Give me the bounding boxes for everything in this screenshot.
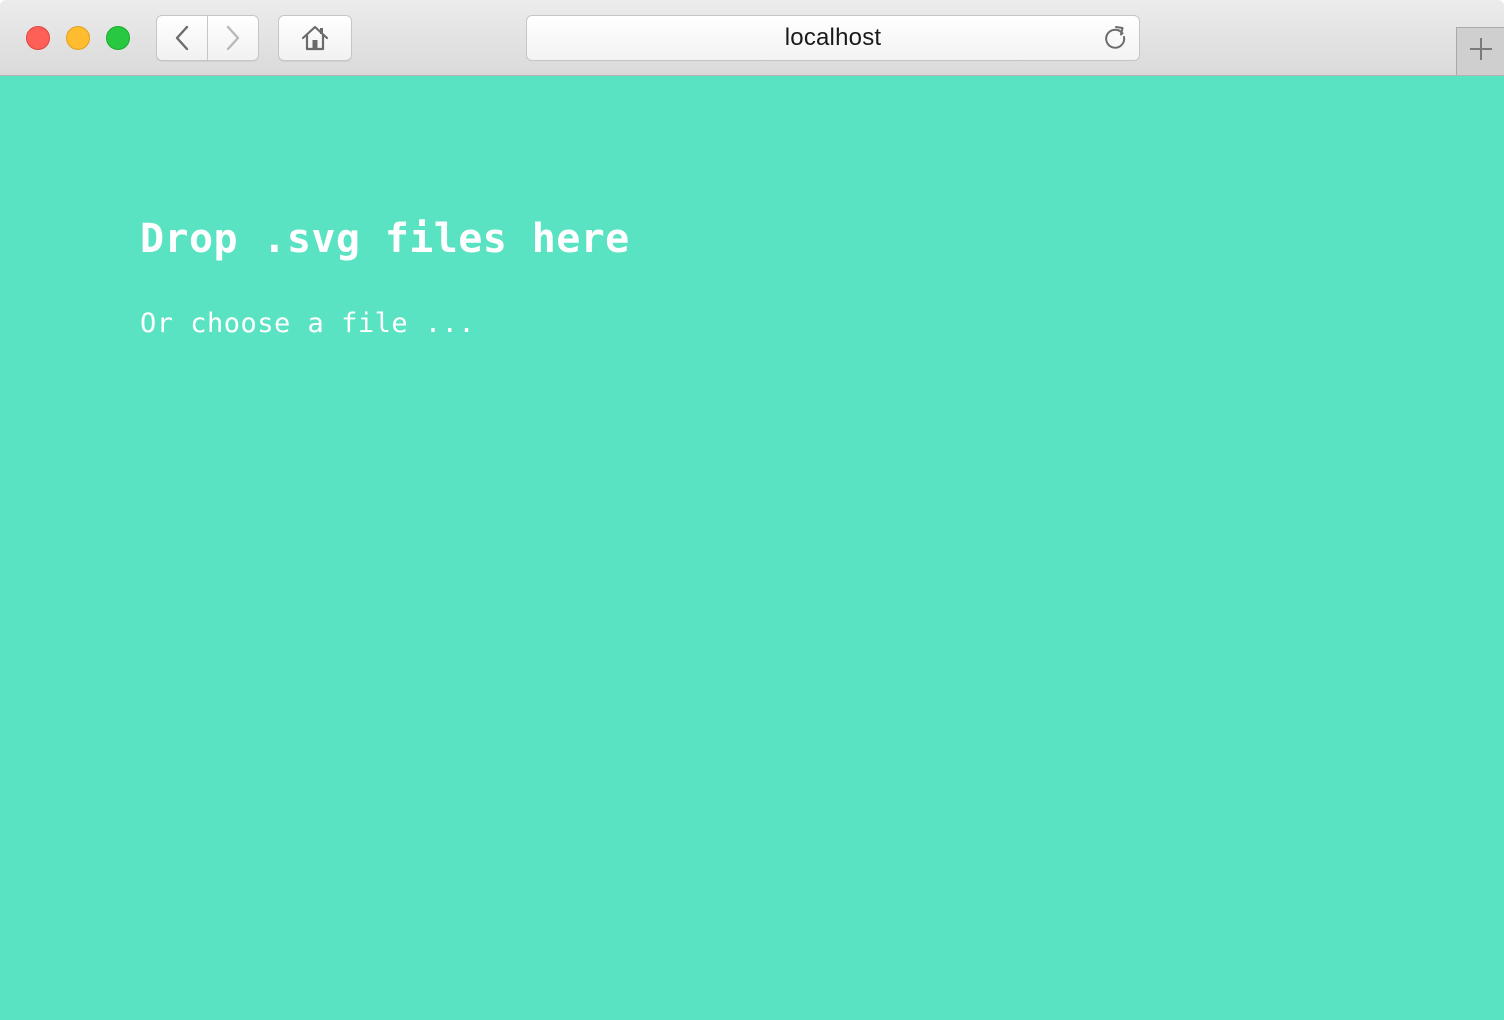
minimize-window-button[interactable] xyxy=(66,26,90,50)
home-icon xyxy=(300,23,330,53)
chevron-right-icon xyxy=(224,25,242,51)
forward-button[interactable] xyxy=(207,15,259,61)
plus-icon xyxy=(1468,36,1494,67)
address-bar[interactable]: localhost xyxy=(526,15,1140,61)
new-tab-button[interactable] xyxy=(1456,27,1504,75)
close-window-button[interactable] xyxy=(26,26,50,50)
browser-toolbar: localhost xyxy=(0,0,1504,76)
browser-window: localhost Drop .svg files here Or choose… xyxy=(0,0,1504,1020)
choose-file-link[interactable]: Or choose a file ... xyxy=(140,308,475,339)
home-button[interactable] xyxy=(278,15,352,61)
reload-button[interactable] xyxy=(1101,25,1129,53)
svg-drop-zone[interactable]: Drop .svg files here Or choose a file ..… xyxy=(0,76,1504,1020)
back-button[interactable] xyxy=(156,15,208,61)
chevron-left-icon xyxy=(173,25,191,51)
address-bar-url: localhost xyxy=(784,24,882,51)
page-title: Drop .svg files here xyxy=(140,216,630,262)
reload-icon xyxy=(1102,24,1128,55)
maximize-window-button[interactable] xyxy=(106,26,130,50)
